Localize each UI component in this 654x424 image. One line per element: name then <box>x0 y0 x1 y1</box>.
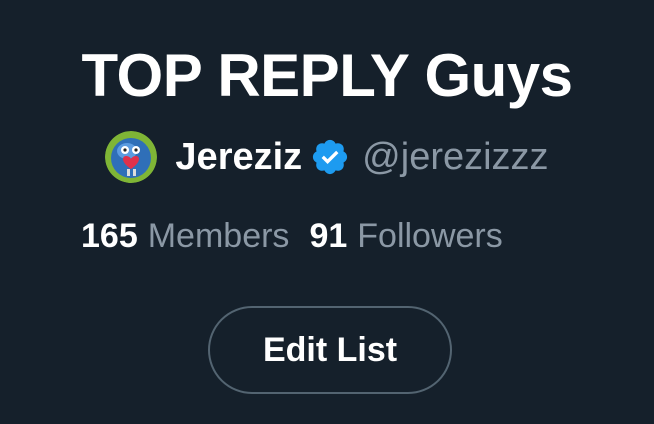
cartoon-avatar-icon <box>105 131 158 183</box>
list-title: TOP REPLY Guys <box>81 42 573 109</box>
list-stats: 165 Members 91 Followers <box>81 212 503 260</box>
list-owner[interactable]: Jereziz @jerezizzz <box>0 128 654 186</box>
edit-list-button[interactable]: Edit List <box>208 306 452 394</box>
verified-badge-icon <box>310 137 350 177</box>
list-header: TOP REPLY Guys Jereziz @jerezizzz 165 Me… <box>0 0 654 424</box>
owner-handle[interactable]: @jerezizzz <box>362 136 548 179</box>
avatar[interactable] <box>105 131 158 183</box>
followers-link[interactable]: 91 Followers <box>309 217 502 256</box>
owner-name[interactable]: Jereziz <box>175 136 302 179</box>
followers-count: 91 <box>309 216 348 255</box>
members-link[interactable]: 165 Members <box>81 217 289 256</box>
members-label: Members <box>147 216 290 255</box>
followers-label: Followers <box>357 216 503 255</box>
members-count: 165 <box>81 216 138 255</box>
